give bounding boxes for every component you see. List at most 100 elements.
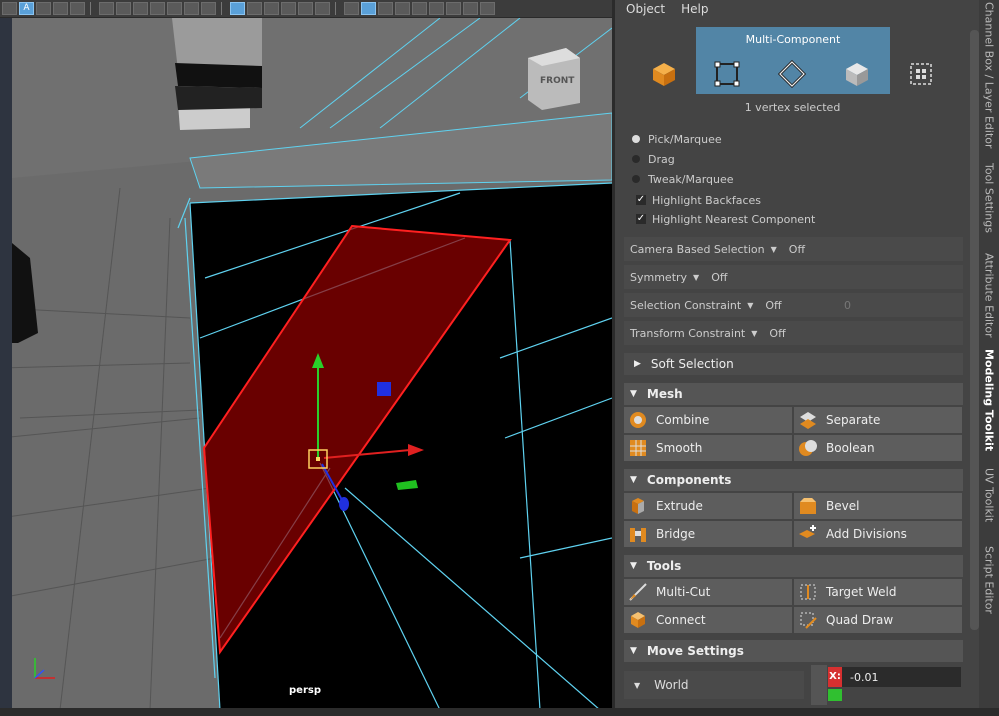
xray-joints-icon[interactable]: [378, 2, 393, 15]
extrude-label: Extrude: [656, 499, 703, 513]
ssao-icon[interactable]: [395, 2, 410, 15]
dropdown-arrow-icon[interactable]: ▼: [747, 301, 753, 310]
2d-pan-icon[interactable]: [167, 2, 182, 15]
highlight-backfaces-checkbox[interactable]: ✓: [636, 195, 646, 205]
grease-pencil-icon[interactable]: [184, 2, 199, 15]
highlight-backfaces-option[interactable]: ✓ Highlight Backfaces: [632, 191, 761, 209]
aa-icon[interactable]: [429, 2, 444, 15]
multi-component-title: Multi-Component: [745, 33, 841, 46]
components-section-header[interactable]: ▼ Components: [624, 469, 963, 491]
grid-icon[interactable]: [201, 2, 216, 15]
viewport-persp[interactable]: FRONT persp: [0, 18, 612, 710]
radio-tweak-marquee[interactable]: [632, 175, 640, 183]
symmetry-label: Symmetry: [630, 270, 688, 284]
pick-marquee-option[interactable]: Pick/Marquee: [632, 130, 722, 148]
combine-button[interactable]: Combine: [624, 407, 792, 433]
tab-script-editor[interactable]: Script Editor: [979, 540, 999, 620]
isolate-icon[interactable]: [463, 2, 478, 15]
motion-blur-icon[interactable]: [412, 2, 427, 15]
connect-button[interactable]: Connect: [624, 607, 792, 633]
move-space-dropdown[interactable]: ▼ World: [624, 671, 804, 699]
tab-tool-settings[interactable]: Tool Settings: [979, 155, 999, 240]
smooth-shade-icon[interactable]: [247, 2, 262, 15]
highlight-nearest-option[interactable]: ✓ Highlight Nearest Component: [632, 210, 815, 228]
expand-arrow-icon[interactable]: ▶: [634, 359, 641, 369]
selection-constraint-row[interactable]: Selection Constraint ▼ Off 0: [624, 293, 963, 317]
highlight-nearest-checkbox[interactable]: ✓: [636, 214, 646, 224]
object-mode-icon[interactable]: [650, 60, 678, 88]
image-plane-icon[interactable]: [150, 2, 165, 15]
panel-scrollbar[interactable]: [970, 30, 979, 630]
dropdown-arrow-icon[interactable]: ▼: [771, 245, 777, 254]
move-settings-header[interactable]: ▼ Move Settings: [624, 640, 963, 662]
dropdown-arrow-icon[interactable]: ▼: [693, 273, 699, 282]
uv-mode-icon[interactable]: [907, 60, 935, 88]
camera-icon[interactable]: [99, 2, 114, 15]
menu-icon[interactable]: [2, 2, 17, 15]
connect-icon: [631, 612, 645, 628]
boolean-button[interactable]: Boolean: [794, 435, 962, 461]
selection-constraint-number[interactable]: 0: [844, 299, 851, 312]
modeling-toolkit-panel: Object Help Multi-Component 1 vertex sel…: [615, 0, 970, 708]
move-x-field[interactable]: X: -0.01: [828, 667, 961, 687]
collapse-arrow-icon[interactable]: ▼: [630, 646, 637, 656]
smooth-button[interactable]: Smooth: [624, 435, 792, 461]
paint-select-icon[interactable]: [53, 2, 68, 15]
transform-constraint-row[interactable]: Transform Constraint ▼ Off: [624, 321, 963, 345]
tab-channel-box[interactable]: Channel Box / Layer Editor: [979, 2, 999, 149]
bevel-button[interactable]: Bevel: [794, 493, 962, 519]
tab-attribute-editor[interactable]: Attribute Editor: [979, 250, 999, 340]
wireframe-icon[interactable]: [230, 2, 245, 15]
add-divisions-label: Add Divisions: [826, 527, 907, 541]
bridge-button[interactable]: Bridge: [624, 521, 792, 547]
face-mode-icon[interactable]: [843, 60, 871, 88]
shadows-icon[interactable]: [315, 2, 330, 15]
tab-uv-toolkit[interactable]: UV Toolkit: [979, 460, 999, 530]
quad-draw-button[interactable]: Quad Draw: [794, 607, 962, 633]
target-weld-button[interactable]: Target Weld: [794, 579, 962, 605]
select-tool-icon[interactable]: A: [19, 2, 34, 15]
drag-option[interactable]: Drag: [632, 150, 675, 168]
tweak-marquee-option[interactable]: Tweak/Marquee: [632, 170, 734, 188]
symmetry-row[interactable]: Symmetry ▼ Off: [624, 265, 963, 289]
selection-constraint-value: Off: [765, 298, 782, 312]
x-axis-value[interactable]: -0.01: [842, 671, 878, 684]
tweak-marquee-label: Tweak/Marquee: [648, 172, 734, 186]
multi-cut-button[interactable]: Multi-Cut: [624, 579, 792, 605]
menu-object[interactable]: Object: [626, 2, 665, 16]
dof-icon[interactable]: [446, 2, 461, 15]
lights-icon[interactable]: [298, 2, 313, 15]
soft-selection-header[interactable]: ▶ Soft Selection: [624, 353, 963, 375]
radio-pick-marquee[interactable]: [632, 135, 640, 143]
move-icon[interactable]: [70, 2, 85, 15]
dropdown-arrow-icon[interactable]: ▼: [634, 681, 640, 690]
radio-drag[interactable]: [632, 155, 640, 163]
tab-modeling-toolkit[interactable]: Modeling Toolkit: [979, 349, 999, 451]
wireframe-on-shaded-icon[interactable]: [264, 2, 279, 15]
mesh-section-header[interactable]: ▼ Mesh: [624, 383, 963, 405]
xray-active-icon[interactable]: [361, 2, 376, 15]
xray-icon[interactable]: [344, 2, 359, 15]
tools-section-header[interactable]: ▼ Tools: [624, 555, 963, 577]
textured-icon[interactable]: [281, 2, 296, 15]
add-divisions-icon: [799, 525, 816, 538]
collapse-arrow-icon[interactable]: ▼: [630, 389, 637, 399]
collapse-arrow-icon[interactable]: ▼: [630, 475, 637, 485]
extrude-button[interactable]: Extrude: [624, 493, 792, 519]
lasso-icon[interactable]: [36, 2, 51, 15]
bookmark-icon[interactable]: [133, 2, 148, 15]
dropdown-arrow-icon[interactable]: ▼: [751, 329, 757, 338]
separate-button[interactable]: Separate: [794, 407, 962, 433]
left-dock-strip: [0, 18, 12, 710]
selection-status: 1 vertex selected: [744, 101, 841, 114]
camera-attr-icon[interactable]: [116, 2, 131, 15]
collapse-arrow-icon[interactable]: ▼: [630, 561, 637, 571]
panel-menubar: Object Help: [615, 0, 970, 18]
vertex-mode-icon[interactable]: [713, 60, 741, 88]
edge-mode-icon[interactable]: [778, 60, 806, 88]
camera-based-selection-row[interactable]: Camera Based Selection ▼ Off: [624, 237, 963, 261]
gamma-icon[interactable]: [480, 2, 495, 15]
view-cube-label[interactable]: FRONT: [540, 76, 574, 86]
menu-help[interactable]: Help: [681, 2, 708, 16]
add-divisions-button[interactable]: Add Divisions: [794, 521, 962, 547]
